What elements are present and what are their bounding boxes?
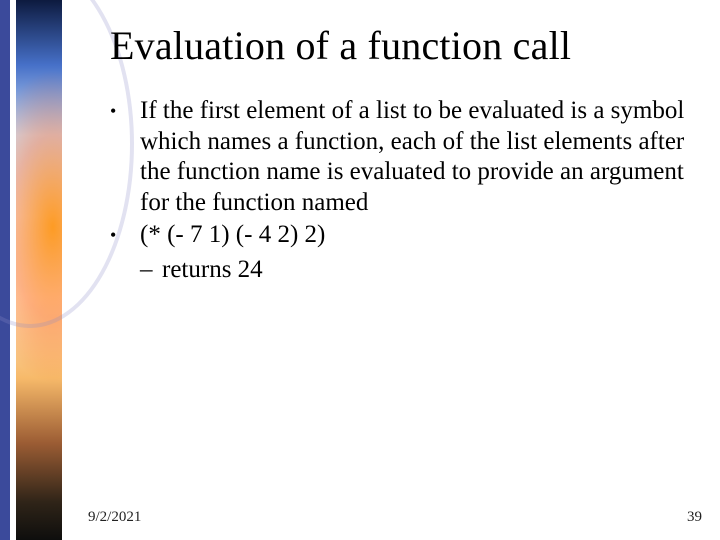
slide-title: Evaluation of a function call bbox=[110, 22, 700, 69]
sub-bullet-text: returns 24 bbox=[162, 255, 263, 286]
bullet-marker-icon: • bbox=[110, 220, 140, 251]
footer-page-number: 39 bbox=[687, 509, 702, 526]
bullet-text: If the first element of a list to be eva… bbox=[140, 96, 708, 218]
sidebar-gradient bbox=[16, 0, 62, 540]
footer-date: 9/2/2021 bbox=[88, 509, 141, 526]
sidebar-stripe-blue bbox=[0, 0, 10, 540]
bullet-text: (* (- 7 1) (- 4 2) 2) bbox=[140, 220, 325, 251]
decorative-sidebar bbox=[0, 0, 62, 540]
bullet-item: • (* (- 7 1) (- 4 2) 2) bbox=[110, 220, 708, 251]
bullet-marker-icon: • bbox=[110, 96, 140, 218]
slide: Evaluation of a function call • If the f… bbox=[0, 0, 720, 540]
slide-body: • If the first element of a list to be e… bbox=[110, 96, 708, 285]
sub-bullet-item: – returns 24 bbox=[140, 255, 708, 286]
bullet-item: • If the first element of a list to be e… bbox=[110, 96, 708, 218]
dash-marker-icon: – bbox=[140, 255, 162, 286]
